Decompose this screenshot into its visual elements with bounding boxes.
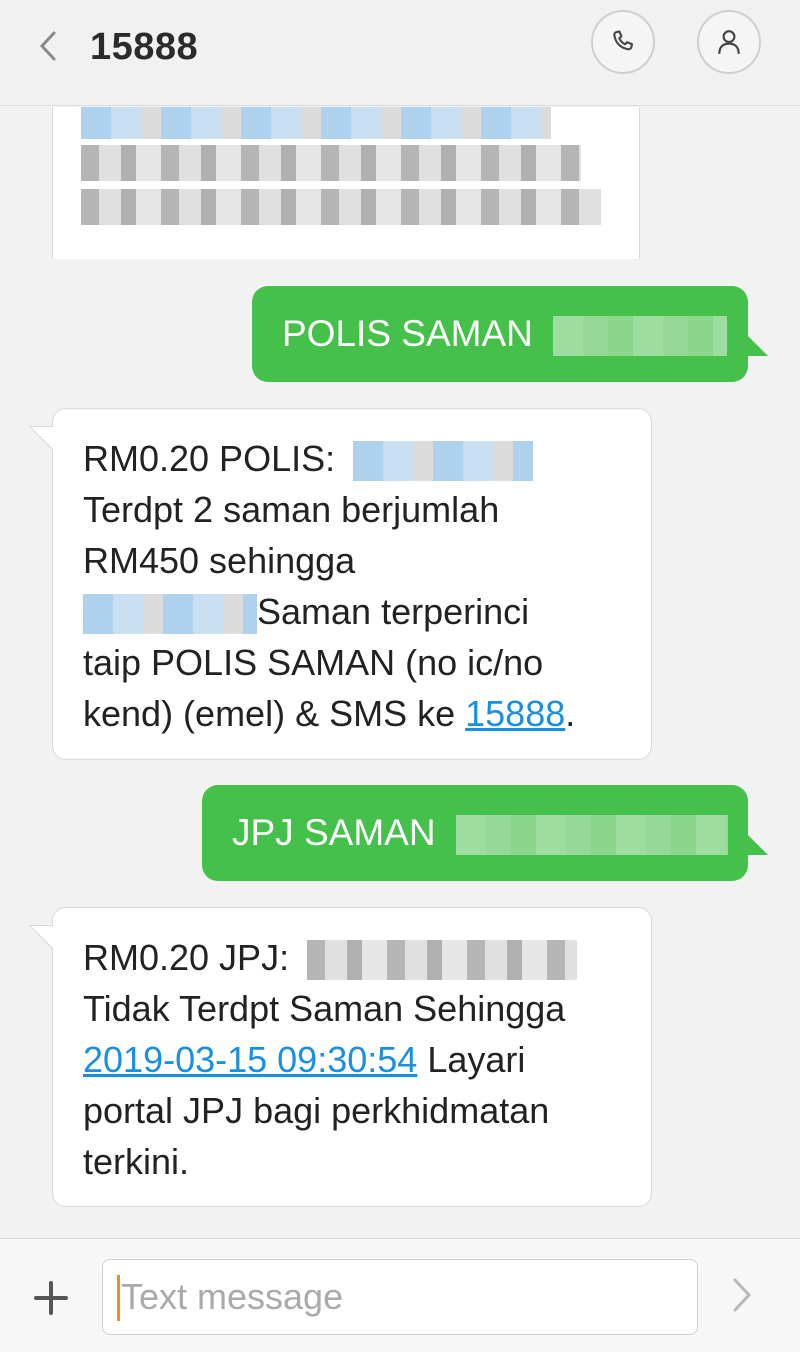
- message-text: Terdpt 2 saman berjumlah: [83, 489, 500, 530]
- message-text: kend) (emel) & SMS ke: [83, 693, 456, 734]
- back-button[interactable]: [30, 28, 66, 64]
- phone-number-link[interactable]: 15888: [465, 693, 565, 734]
- message-text: Layari: [427, 1039, 526, 1080]
- message-input[interactable]: [102, 1259, 698, 1335]
- message-text: RM0.20 JPJ:: [83, 937, 290, 978]
- attach-button[interactable]: [30, 1277, 72, 1319]
- header-bar: 15888: [0, 0, 800, 106]
- message-text: JPJ SAMAN: [232, 812, 436, 853]
- redacted-text: [353, 441, 534, 482]
- redacted-text: [455, 815, 728, 856]
- bubble-tail: [31, 926, 53, 948]
- datetime-link[interactable]: 2019-03-15 09:30:54: [83, 1039, 417, 1080]
- message-text: RM450 sehingga: [83, 540, 356, 581]
- text-caret: [117, 1275, 120, 1321]
- message-list[interactable]: POLIS SAMAN RM0.20 POLIS: Terdpt 2 saman…: [0, 107, 800, 1237]
- bubble-tail: [746, 334, 768, 356]
- composer-bar: [0, 1238, 800, 1352]
- outgoing-message[interactable]: POLIS SAMAN: [252, 286, 768, 382]
- redacted-text: [307, 940, 578, 981]
- message-text: taip POLIS SAMAN (no ic/no: [83, 642, 544, 683]
- outgoing-message[interactable]: JPJ SAMAN: [202, 785, 768, 881]
- send-chevron-icon: [733, 1278, 752, 1312]
- redacted-text: [81, 145, 581, 181]
- redacted-text: [553, 316, 728, 357]
- message-text: Saman terperinci: [257, 591, 530, 632]
- redacted-message-card: [52, 107, 640, 259]
- message-text: POLIS SAMAN: [282, 313, 533, 354]
- message-text: terkini.: [83, 1141, 190, 1182]
- contact-button[interactable]: [697, 10, 761, 74]
- incoming-message[interactable]: RM0.20 POLIS: Terdpt 2 saman berjumlah R…: [29, 408, 652, 760]
- phone-icon: [613, 30, 634, 51]
- call-button[interactable]: [591, 10, 655, 74]
- incoming-message[interactable]: RM0.20 JPJ: Tidak Terdpt Saman Sehingga …: [29, 907, 652, 1207]
- redacted-text: [81, 189, 601, 225]
- message-text: .: [565, 693, 576, 734]
- message-text: Tidak Terdpt Saman Sehingga: [83, 988, 566, 1029]
- chevron-left-icon: [39, 31, 56, 61]
- plus-icon: [34, 1281, 68, 1315]
- send-button[interactable]: [730, 1275, 770, 1319]
- redacted-text: [83, 594, 257, 635]
- message-text: portal JPJ bagi perkhidmatan: [83, 1090, 550, 1131]
- redacted-text: [81, 107, 551, 139]
- person-icon: [718, 30, 740, 54]
- message-text: RM0.20 POLIS:: [83, 438, 336, 479]
- bubble-tail: [31, 427, 53, 449]
- bubble-tail: [746, 833, 768, 855]
- conversation-title: 15888: [90, 26, 199, 68]
